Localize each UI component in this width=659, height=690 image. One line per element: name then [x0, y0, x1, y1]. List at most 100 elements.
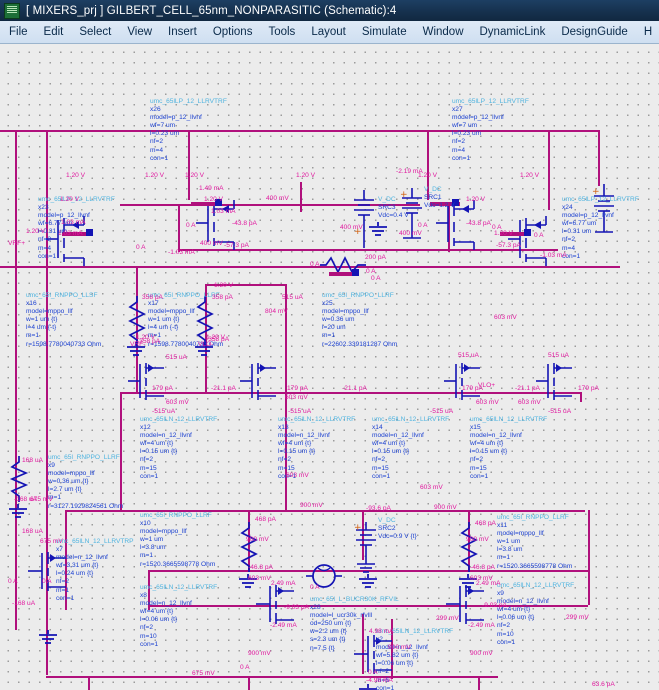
- device-label-x7[interactable]: umc_65lLN_12_LLRVTRP x7 model=n_12_llvnf…: [56, 538, 134, 603]
- menu-bar[interactable]: File Edit Select View Insert Options Too…: [0, 21, 659, 44]
- net-label-vrf-plus: VRF+: [8, 240, 26, 247]
- nmos-x13-symbol[interactable]: [232, 360, 282, 404]
- current-label: 0 A: [310, 261, 320, 268]
- menu-item-dynamiclink[interactable]: DynamicLink: [472, 26, 554, 38]
- current-label: -515 uA: [152, 408, 176, 415]
- menu-item-layout[interactable]: Layout: [303, 26, 354, 38]
- voltage-label: 603 mV: [494, 314, 517, 321]
- voltage-label: 400 mV: [340, 224, 363, 231]
- current-label: 468 pA: [475, 520, 496, 527]
- voltage-label: 900 mV: [248, 650, 271, 657]
- probe-node: [524, 229, 531, 236]
- menu-item-select[interactable]: Select: [71, 26, 119, 38]
- current-label: 515 uA: [458, 352, 479, 359]
- device-label-x11[interactable]: umc_65l_RNPPO_LLRF x11 model=mppo_llf w=…: [497, 514, 572, 571]
- wire-lo-right-drop[interactable]: [580, 392, 582, 402]
- menu-item-edit[interactable]: Edit: [36, 26, 72, 38]
- voltage-label: 1.20 V: [60, 196, 80, 203]
- device-label-x9-resistor[interactable]: umc_65l_RNPPO_LLRF x9 model=mppo_llf w=0…: [48, 454, 123, 511]
- device-label-x16[interactable]: umc_65l_RNPPO_LLSF x16 model=mppo_llf w=…: [26, 292, 101, 349]
- wire-c-right-drop[interactable]: [478, 676, 480, 690]
- voltage-label: 1.20 V: [214, 282, 234, 289]
- wire-left-rail[interactable]: [15, 130, 17, 630]
- menu-item-insert[interactable]: Insert: [160, 26, 205, 38]
- current-label: 63.6 pA: [592, 681, 615, 688]
- nmos-x15-symbol[interactable]: [528, 360, 578, 404]
- voltage-label: 400 mV: [200, 240, 223, 247]
- schematic-canvas[interactable]: + + + + umc_65lLP_12_LLRVTRF x26 model=p…: [0, 44, 659, 690]
- voltage-label: 900 mV: [300, 502, 323, 509]
- current-label: 0 A: [371, 275, 381, 282]
- svg-text:+: +: [354, 523, 362, 533]
- current-label: -57.3 pA: [496, 242, 521, 249]
- current-label: 0 A: [368, 669, 378, 676]
- device-label-x26[interactable]: umc_65lLP_12_LLRVTRF x26 model=p_12_llvn…: [150, 98, 227, 163]
- wire-c-left-drop[interactable]: [248, 676, 250, 690]
- menu-item-options[interactable]: Options: [205, 26, 261, 38]
- wire-bias-link-a[interactable]: [178, 204, 180, 252]
- current-label: 358 pA: [212, 294, 233, 301]
- menu-item-file[interactable]: File: [0, 26, 36, 38]
- current-label: -43.8 pA: [232, 220, 257, 227]
- probe-node: [352, 269, 359, 276]
- menu-item-tools[interactable]: Tools: [260, 26, 303, 38]
- wire-right-rail[interactable]: [598, 130, 600, 186]
- current-label: -21.1 pA: [342, 385, 367, 392]
- menu-item-help[interactable]: H: [636, 26, 659, 38]
- voltage-label: 900 mV: [466, 536, 489, 543]
- voltage-label: 1.20 V: [66, 172, 86, 179]
- source-label-src2[interactable]: V_DC SRC2 Vdc=0.9 V {t}: [378, 517, 417, 541]
- current-label: 0 A: [240, 664, 250, 671]
- voltage-label: 804 mV: [265, 308, 288, 315]
- current-label: -515 uA: [288, 408, 312, 415]
- wire-c3-drop[interactable]: [88, 676, 90, 690]
- ground-src3-symbol: [369, 222, 387, 236]
- device-label-x27[interactable]: umc_65lLP_12_LLRVTRF x27 model=p_12_llvn…: [452, 98, 529, 163]
- pmos-x24-symbol[interactable]: [508, 212, 564, 270]
- current-label: 200 pA: [365, 254, 386, 261]
- source-label-src1[interactable]: V_DC SRC1 Vdc=1.2 V: [424, 186, 455, 210]
- menu-item-window[interactable]: Window: [415, 26, 472, 38]
- current-label: 1.03 mA: [211, 208, 236, 215]
- current-label: 468 pA: [255, 516, 276, 523]
- current-label: -21.1 pA: [211, 385, 236, 392]
- voltage-label: 1.20 V: [185, 172, 205, 179]
- current-label: -2.19 mA: [396, 168, 423, 175]
- wire-bias-drop-a[interactable]: [300, 182, 302, 212]
- current-label: 0 A: [310, 584, 320, 591]
- device-label-x10[interactable]: umc_65l_RNPPO_LLRF x10 model=mppo_llf w=…: [140, 512, 215, 569]
- device-label-x24[interactable]: umc_65lLP_12_LLRVTRF x24 model=p_12_llvn…: [562, 196, 639, 261]
- wire-if-right[interactable]: [588, 510, 590, 605]
- voltage-label: 299 mV: [566, 614, 589, 621]
- current-label: 2.49 mA: [476, 580, 501, 587]
- source-label-src3[interactable]: V_DC SRC3 Vdc=0.4 V: [378, 196, 409, 220]
- menu-item-designguide[interactable]: DesignGuide: [553, 26, 635, 38]
- device-label-x12[interactable]: umc_65lLN_12_LLRVTRF x12 model=n_12_llvn…: [140, 416, 217, 481]
- menu-item-view[interactable]: View: [119, 26, 160, 38]
- current-label: 358 pA: [142, 294, 163, 301]
- current-label: 1.49 mA: [199, 185, 224, 192]
- voltage-label: 1.20 V: [26, 228, 46, 235]
- voltage-label: 603 mV: [166, 399, 189, 406]
- menu-item-simulate[interactable]: Simulate: [354, 26, 415, 38]
- current-label: 515 uA: [166, 354, 187, 361]
- current-label: -1.03 mA: [540, 252, 567, 259]
- wire-p-branch-c[interactable]: [548, 130, 550, 210]
- voltage-label: 400 mV: [399, 230, 422, 237]
- vdc-src2-symbol[interactable]: +: [354, 522, 378, 576]
- device-label-x14[interactable]: umc_65lLN_12_LLRVTRF x14 model=n_12_llvn…: [372, 416, 449, 481]
- voltage-label: 900 mV: [470, 650, 493, 657]
- device-label-x15[interactable]: umc_65lLN_12_LLRVTRF x15 model=n_12_llvn…: [470, 416, 547, 481]
- voltage-label: 1.20 V: [145, 172, 165, 179]
- device-label-x8[interactable]: umc_65lLN_12_LLRVTRF x8 model=n_12_llvnf…: [140, 584, 217, 649]
- device-label-x25[interactable]: umc_65l_RNPPO_LLRF x25 model=mppo_llf w=…: [322, 292, 397, 349]
- current-label: -9.03 pA: [284, 604, 309, 611]
- voltage-label: 603 mV: [286, 472, 309, 479]
- device-label-x23[interactable]: umc_65lLP_12_LLRVTRF x23 model=p_12_llvn…: [38, 196, 115, 261]
- device-label-x9-nmos[interactable]: umc_65lLN_12_LLRVTRF x9 model=n_12_llvnf…: [497, 582, 574, 647]
- nmos-x12-symbol[interactable]: [120, 360, 170, 404]
- vdc-src3-symbol[interactable]: +: [352, 190, 376, 248]
- current-label: -46.8 pA: [248, 564, 273, 571]
- voltage-label: 675 mV: [192, 670, 215, 677]
- current-label: 515 uA: [548, 352, 569, 359]
